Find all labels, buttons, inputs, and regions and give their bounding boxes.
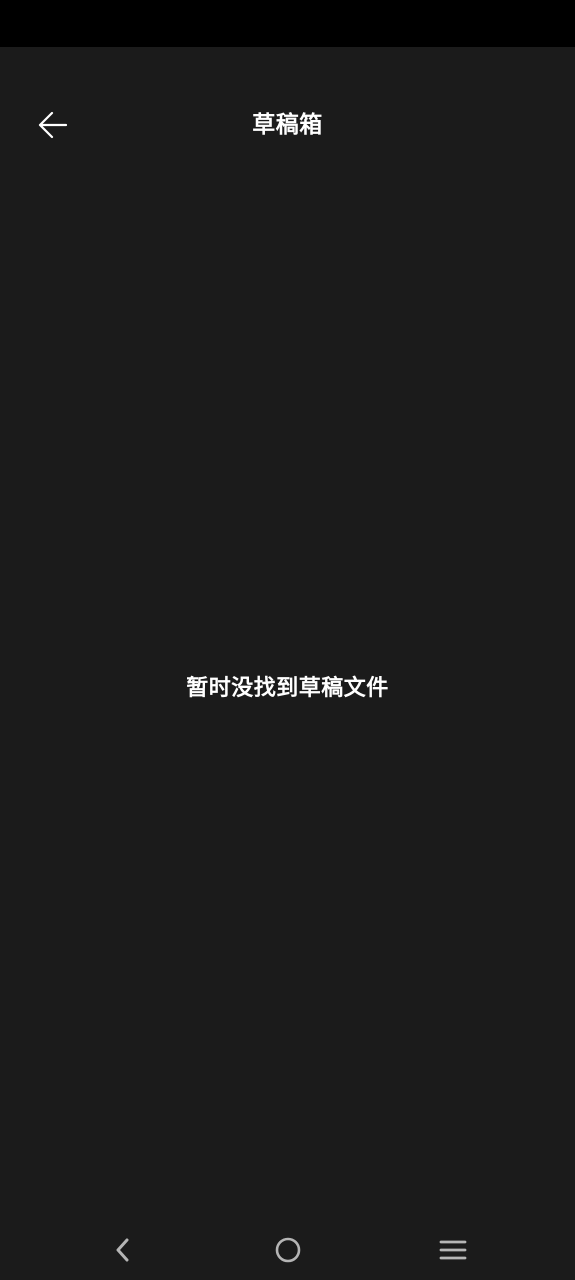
system-navigation-bar <box>0 1218 575 1280</box>
circle-home-icon <box>275 1237 301 1263</box>
nav-home-button[interactable] <box>264 1230 312 1270</box>
drafts-screen: 草稿箱 暂时没找到草稿文件 <box>0 0 575 1280</box>
nav-menu-button[interactable] <box>429 1230 477 1270</box>
empty-state-message: 暂时没找到草稿文件 <box>186 676 389 701</box>
page-title: 草稿箱 <box>252 112 323 138</box>
status-bar <box>0 0 575 47</box>
app-bar: 草稿箱 <box>0 47 575 203</box>
chevron-left-icon <box>116 1238 129 1262</box>
menu-lines-icon <box>439 1240 467 1260</box>
nav-back-button[interactable] <box>98 1230 146 1270</box>
